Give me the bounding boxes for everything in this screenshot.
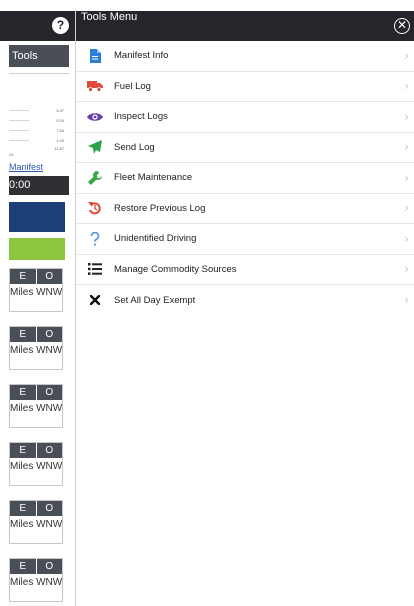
restore-icon bbox=[76, 201, 114, 215]
card-o-label: O bbox=[36, 269, 62, 284]
menu-item-set-all-day-exempt[interactable]: Set All Day Exempt › bbox=[76, 285, 414, 316]
menu-item-fuel-log[interactable]: Fuel Log › bbox=[76, 72, 414, 102]
location-card[interactable]: EO Miles WNW bbox=[9, 500, 63, 544]
menu-item-label: Manage Commodity Sources bbox=[114, 263, 237, 275]
location-card[interactable]: EO Miles WNW bbox=[9, 558, 63, 602]
manifest-link[interactable]: Manifest bbox=[9, 162, 43, 172]
card-e-label: E bbox=[10, 385, 37, 400]
card-o-label: O bbox=[36, 559, 62, 574]
menu-item-manifest-info[interactable]: Manifest Info › bbox=[76, 41, 414, 72]
card-e-label: E bbox=[10, 269, 37, 284]
card-o-label: O bbox=[36, 443, 62, 458]
status-bar-green[interactable] bbox=[9, 238, 65, 260]
mini-total-onduty: 1.00 bbox=[56, 138, 64, 143]
document-icon bbox=[76, 48, 114, 63]
card-distance: Miles WNW bbox=[10, 345, 63, 356]
menu-item-label: Set All Day Exempt bbox=[114, 294, 196, 306]
mini-left-value: 23 bbox=[9, 152, 14, 157]
menu-item-restore-previous-log[interactable]: Restore Previous Log › bbox=[76, 194, 414, 224]
card-distance: Miles WNW bbox=[10, 287, 63, 298]
panel-header: Tools Menu ✕ bbox=[76, 11, 414, 41]
time-display: 0:00 bbox=[9, 176, 69, 195]
card-e-label: E bbox=[10, 559, 37, 574]
tools-button[interactable]: Tools bbox=[9, 45, 69, 67]
card-o-label: O bbox=[36, 385, 62, 400]
x-icon bbox=[76, 295, 114, 306]
chevron-right-icon: › bbox=[404, 262, 409, 277]
location-card[interactable]: EO Miles WNW bbox=[9, 326, 63, 370]
menu-item-label: Inspect Logs bbox=[114, 111, 168, 123]
menu-item-label: Send Log bbox=[114, 141, 155, 153]
location-card[interactable]: EO Miles WNW bbox=[9, 384, 63, 428]
close-icon[interactable]: ✕ bbox=[394, 18, 410, 34]
menu-item-label: Unidentified Driving bbox=[114, 233, 197, 245]
mini-log-grid: 3.37 0.00 7.50 1.00 11.87 23 bbox=[9, 106, 67, 157]
list-icon bbox=[76, 263, 114, 276]
chevron-right-icon: › bbox=[404, 140, 409, 155]
card-o-label: O bbox=[36, 501, 62, 516]
menu-item-manage-commodity-sources[interactable]: Manage Commodity Sources › bbox=[76, 255, 414, 285]
location-card[interactable]: EO Miles WNW bbox=[9, 268, 63, 312]
question-icon bbox=[76, 231, 114, 246]
truck-icon bbox=[76, 80, 114, 93]
card-distance: Miles WNW bbox=[10, 519, 63, 530]
chevron-right-icon: › bbox=[404, 231, 409, 246]
chevron-right-icon: › bbox=[404, 201, 409, 216]
mini-total-offduty: 3.37 bbox=[56, 108, 64, 113]
menu-item-label: Fuel Log bbox=[114, 80, 151, 92]
menu-item-label: Fleet Maintenance bbox=[114, 172, 193, 184]
mini-total-sleeper: 0.00 bbox=[56, 118, 64, 123]
card-e-label: E bbox=[10, 443, 37, 458]
help-icon[interactable]: ? bbox=[52, 17, 69, 34]
tools-menu-panel: Tools Menu ✕ Manifest Info › Fuel Log › … bbox=[75, 11, 414, 606]
location-card[interactable]: EO Miles WNW bbox=[9, 442, 63, 486]
status-bar-blue[interactable] bbox=[9, 202, 65, 232]
card-distance: Miles WNW bbox=[10, 577, 63, 588]
menu-item-label: Restore Previous Log bbox=[114, 202, 206, 214]
tools-menu-list: Manifest Info › Fuel Log › Inspect Logs … bbox=[76, 41, 414, 316]
menu-item-unidentified-driving[interactable]: Unidentified Driving › bbox=[76, 224, 414, 255]
mini-total-sum: 11.87 bbox=[54, 146, 64, 151]
card-o-label: O bbox=[36, 327, 62, 342]
background-app: ? Tools 3.37 0.00 7.50 1.00 11.87 23 Man… bbox=[0, 0, 76, 606]
divider bbox=[9, 73, 69, 74]
card-e-label: E bbox=[10, 501, 37, 516]
card-distance: Miles WNW bbox=[10, 403, 63, 414]
paper-plane-icon bbox=[76, 140, 114, 155]
chevron-right-icon: › bbox=[404, 79, 409, 94]
mini-total-driving: 7.50 bbox=[56, 128, 64, 133]
menu-item-fleet-maintenance[interactable]: Fleet Maintenance › bbox=[76, 163, 414, 194]
chevron-right-icon: › bbox=[404, 293, 409, 308]
chevron-right-icon: › bbox=[404, 48, 409, 63]
card-e-label: E bbox=[10, 327, 37, 342]
menu-item-label: Manifest Info bbox=[114, 50, 169, 62]
eye-icon bbox=[76, 112, 114, 122]
menu-item-send-log[interactable]: Send Log › bbox=[76, 133, 414, 163]
menu-item-inspect-logs[interactable]: Inspect Logs › bbox=[76, 102, 414, 133]
panel-title: Tools Menu bbox=[81, 11, 138, 23]
chevron-right-icon: › bbox=[404, 109, 409, 124]
chevron-right-icon: › bbox=[404, 170, 409, 185]
card-distance: Miles WNW bbox=[10, 461, 63, 472]
wrench-icon bbox=[76, 170, 114, 185]
